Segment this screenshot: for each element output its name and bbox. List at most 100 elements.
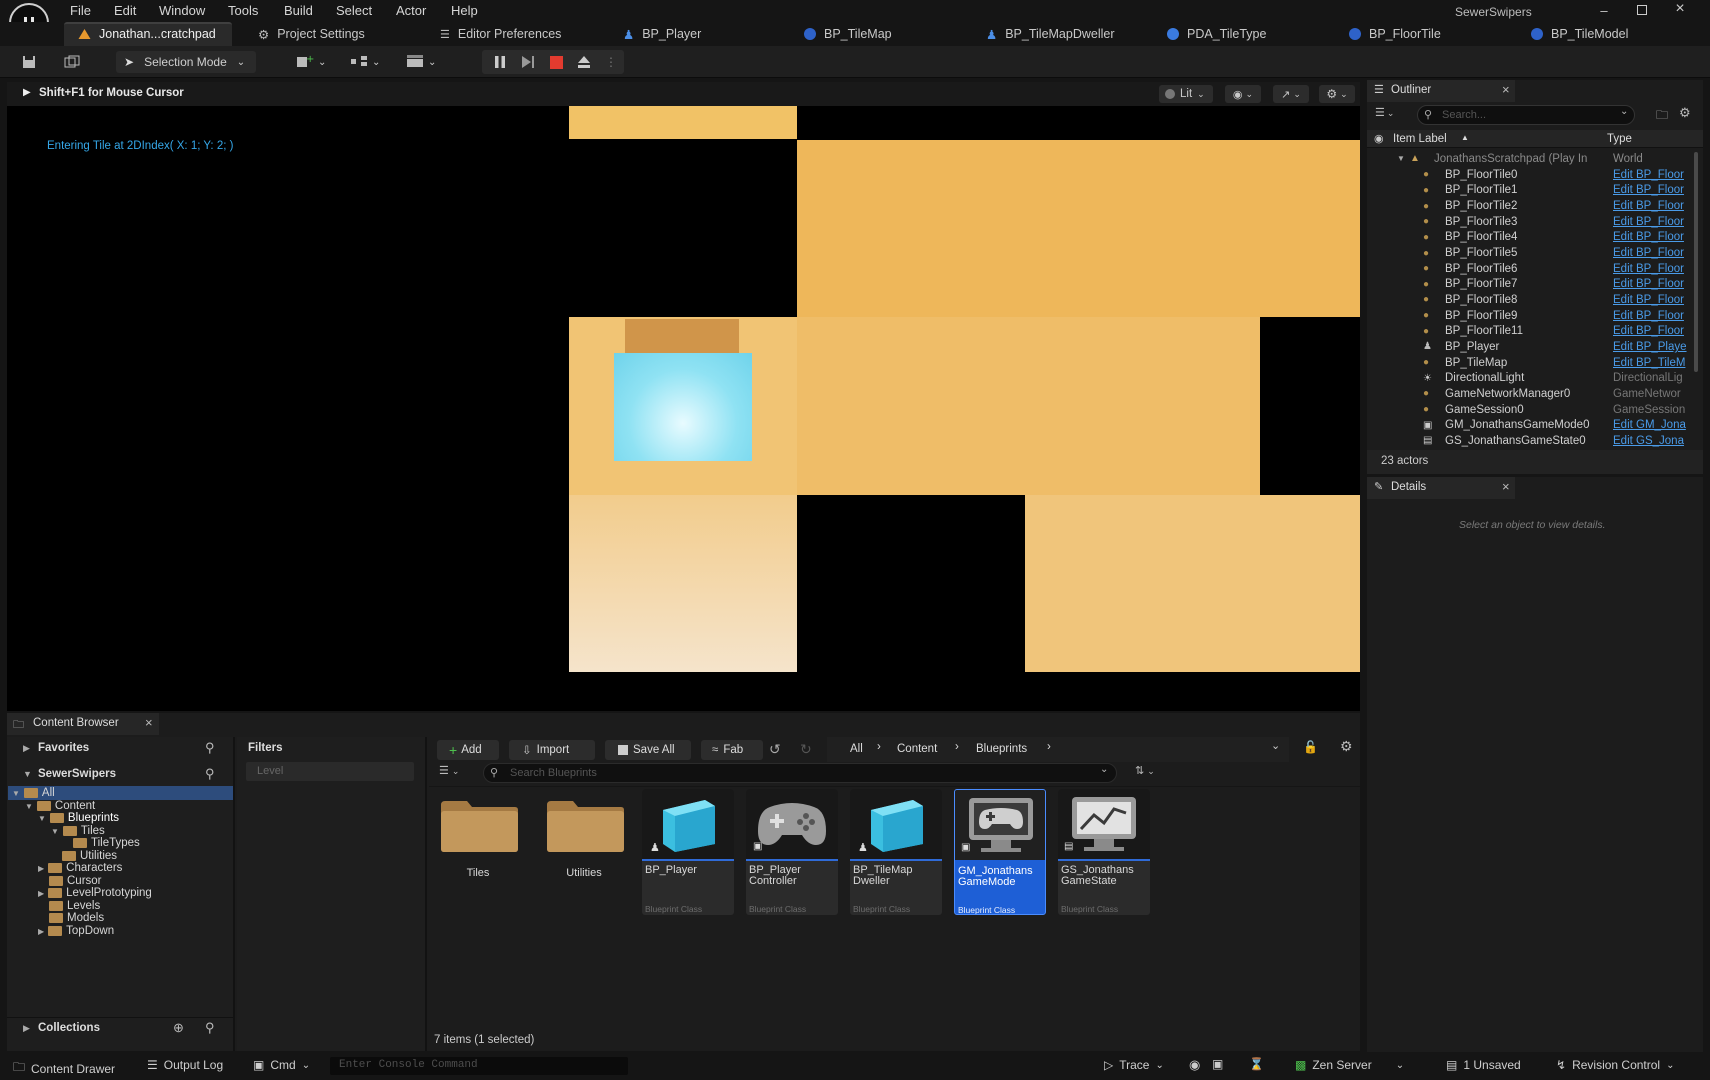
outliner-row[interactable]: ▣ GM_JonathansGameMode0 Edit GM_Jona (1367, 417, 1703, 433)
visibility-eye-icon[interactable]: ◉ (1374, 132, 1384, 145)
save-icon[interactable] (18, 51, 40, 73)
outliner-scrollbar[interactable] (1694, 152, 1698, 372)
filter-dropdown[interactable]: ☰ ⌄ (1375, 106, 1405, 124)
menu-window[interactable]: Window (159, 3, 205, 18)
tree-item-topdown[interactable]: ▶ TopDown (38, 925, 114, 938)
outliner-row-edit-link[interactable]: Edit BP_Floor (1613, 200, 1691, 212)
camera-icon[interactable]: ▣ (1212, 1057, 1223, 1071)
add-button[interactable]: + Add (437, 740, 499, 760)
outliner-row-edit-link[interactable]: Edit BP_Floor (1613, 184, 1691, 196)
tab-bp-floortile[interactable]: BP_FloorTile (1349, 22, 1441, 46)
revision-control-dropdown[interactable]: ↯ Revision Control ⌄ (1556, 1058, 1675, 1072)
folder-tile-tiles[interactable]: Tiles (432, 789, 524, 879)
outliner-row[interactable]: ● BP_FloorTile6 Edit BP_Floor (1367, 261, 1703, 277)
lit-mode-dropdown[interactable]: Lit ⌄ (1159, 85, 1213, 103)
outliner-row[interactable]: ▤ GS_JonathansGameState0 Edit GS_Jona (1367, 433, 1703, 449)
collections-header[interactable]: ▶ Collections ⊕ ⚲ (7, 1017, 233, 1039)
lock-icon[interactable]: 🔓 (1303, 740, 1318, 754)
tree-item-all[interactable]: ▼ All (12, 787, 55, 800)
outliner-row[interactable]: ● BP_FloorTile5 Edit BP_Floor (1367, 245, 1703, 261)
close-window-icon[interactable]: × (1672, 0, 1688, 18)
viewport-settings-dropdown[interactable]: ⚙ ⌄ (1319, 85, 1355, 103)
cinematics-dropdown[interactable]: ⌄ (406, 51, 442, 73)
output-log-button[interactable]: ☰ Output Log (147, 1058, 223, 1072)
history-back-icon[interactable]: ↺ (769, 741, 781, 758)
breadcrumb-blueprints[interactable]: Blueprints (976, 743, 1027, 755)
menu-actor[interactable]: Actor (396, 3, 426, 18)
outliner-row[interactable]: ● BP_FloorTile4 Edit BP_Floor (1367, 230, 1703, 246)
outliner-row-edit-link[interactable]: Edit GS_Jona (1613, 435, 1691, 447)
eject-icon[interactable] (574, 51, 594, 73)
tab-bp-tilemodel[interactable]: BP_TileModel (1531, 22, 1628, 46)
cmd-dropdown[interactable]: ▣ Cmd ⌄ (253, 1058, 310, 1072)
outliner-row-edit-link[interactable]: Edit BP_Floor (1613, 231, 1691, 243)
breadcrumb-all[interactable]: All (850, 743, 863, 755)
tree-item-levelprototyping[interactable]: ▶ LevelPrototyping (38, 887, 152, 900)
outliner-row-edit-link[interactable]: Edit BP_Floor (1613, 325, 1691, 337)
tree-item-utilities[interactable]: Utilities (62, 850, 117, 863)
outliner-row[interactable]: ● BP_FloorTile2 Edit BP_Floor (1367, 198, 1703, 214)
outliner-row[interactable]: ● BP_FloorTile7 Edit BP_Floor (1367, 277, 1703, 293)
search-icon[interactable]: ⚲ (205, 1020, 215, 1036)
outliner-row[interactable]: ● GameSession0 GameSession (1367, 402, 1703, 418)
tree-item-content[interactable]: ▼ Content (25, 800, 95, 813)
realtime-dropdown[interactable]: ↗ ⌄ (1273, 85, 1309, 103)
outliner-row-edit-link[interactable]: Edit BP_Floor (1613, 278, 1691, 290)
gear-icon[interactable]: ⚙ (1340, 738, 1353, 755)
project-label[interactable]: SewerSwipers (38, 768, 116, 780)
trace-dropdown[interactable]: ▷ Trace ⌄ (1104, 1058, 1164, 1072)
outliner-row-edit-link[interactable]: Edit BP_Floor (1613, 310, 1691, 322)
menu-edit[interactable]: Edit (114, 3, 136, 18)
level-viewport[interactable]: ▶ Shift+F1 for Mouse Cursor Lit ⌄ ◉ ⌄ ↗ ⌄ … (7, 82, 1360, 711)
asset-tile-gm-gamemode[interactable]: ▣ GM_Jonathans GameMode Blueprint Class (954, 789, 1046, 915)
asset-search-box[interactable]: ⚲ Search Blueprints ⌄ (483, 763, 1117, 783)
tree-item-tiletypes[interactable]: TileTypes (73, 837, 140, 850)
column-item-label[interactable]: Item Label (1393, 133, 1447, 145)
menu-tools[interactable]: Tools (228, 3, 258, 18)
filter-chip-level[interactable]: Level (246, 762, 414, 781)
tree-item-levels[interactable]: Levels (49, 900, 100, 913)
folder-tile-utilities[interactable]: Utilities (538, 789, 630, 879)
tab-bp-player[interactable]: ♟ BP_Player (623, 22, 701, 46)
chevron-down-icon[interactable]: ⌄ (1271, 739, 1280, 752)
outliner-tab[interactable]: ☰ Outliner × (1367, 80, 1515, 102)
pause-icon[interactable] (490, 51, 510, 73)
selection-mode-dropdown[interactable]: ➤ Selection Mode ⌄ (116, 51, 256, 73)
close-tab-icon[interactable]: × (145, 715, 153, 730)
asset-tile-gs-gamestate[interactable]: ▤ GS_Jonathans GameState Blueprint Class (1058, 789, 1150, 915)
menu-build[interactable]: Build (284, 3, 313, 18)
close-tab-icon[interactable]: × (1502, 479, 1510, 494)
add-collection-icon[interactable]: ⊕ (173, 1020, 184, 1036)
outliner-row-edit-link[interactable]: Edit BP_Floor (1613, 216, 1691, 228)
close-tab-icon[interactable]: × (1502, 82, 1510, 97)
outliner-row[interactable]: ● BP_FloorTile1 Edit BP_Floor (1367, 183, 1703, 199)
tree-item-blueprints[interactable]: ▼ Blueprints (38, 812, 119, 825)
fab-button[interactable]: ≈ Fab (701, 740, 763, 760)
outliner-row[interactable]: ♟ BP_Player Edit BP_Playe (1367, 339, 1703, 355)
tree-item-cursor[interactable]: Cursor (49, 875, 102, 888)
outliner-row[interactable]: ● BP_FloorTile3 Edit BP_Floor (1367, 214, 1703, 230)
outliner-row-edit-link[interactable]: Edit BP_TileM (1613, 357, 1691, 369)
outliner-row[interactable]: ● BP_FloorTile11 Edit BP_Floor (1367, 324, 1703, 340)
details-tab[interactable]: ✎ Details × (1367, 477, 1515, 499)
menu-help[interactable]: Help (451, 3, 478, 18)
outliner-row[interactable]: ● GameNetworkManager0 GameNetwor (1367, 386, 1703, 402)
tab-scratchpad-level[interactable]: Jonathan...cratchpad (78, 22, 216, 46)
outliner-world-row[interactable]: ▼ ▲ JonathansScratchpad (Play In World (1367, 151, 1703, 167)
outliner-row-edit-link[interactable]: Edit BP_Playe (1613, 341, 1691, 353)
outliner-row[interactable]: ☀ DirectionalLight DirectionalLig (1367, 370, 1703, 386)
tree-item-tiles[interactable]: ▼ Tiles (51, 825, 105, 838)
outliner-row[interactable]: ● BP_TileMap Edit BP_TileM (1367, 355, 1703, 371)
search-icon[interactable]: ⚲ (205, 740, 215, 756)
menu-select[interactable]: Select (336, 3, 372, 18)
add-actor-dropdown[interactable]: + ⌄ (296, 51, 332, 73)
save-all-button[interactable]: Save All (605, 740, 691, 760)
zen-server-dropdown[interactable]: ▩ Zen Server ⌄ (1295, 1058, 1404, 1072)
outliner-search-box[interactable]: ⚲ Search... ⌄ (1417, 105, 1635, 125)
step-frame-icon[interactable] (518, 51, 538, 73)
menu-file[interactable]: File (70, 3, 91, 18)
breadcrumb-content[interactable]: Content (897, 743, 937, 755)
sort-icon[interactable]: ⇅ ⌄ (1135, 764, 1155, 777)
search-icon[interactable]: ⚲ (205, 766, 215, 782)
favorites-label[interactable]: Favorites (38, 742, 89, 754)
